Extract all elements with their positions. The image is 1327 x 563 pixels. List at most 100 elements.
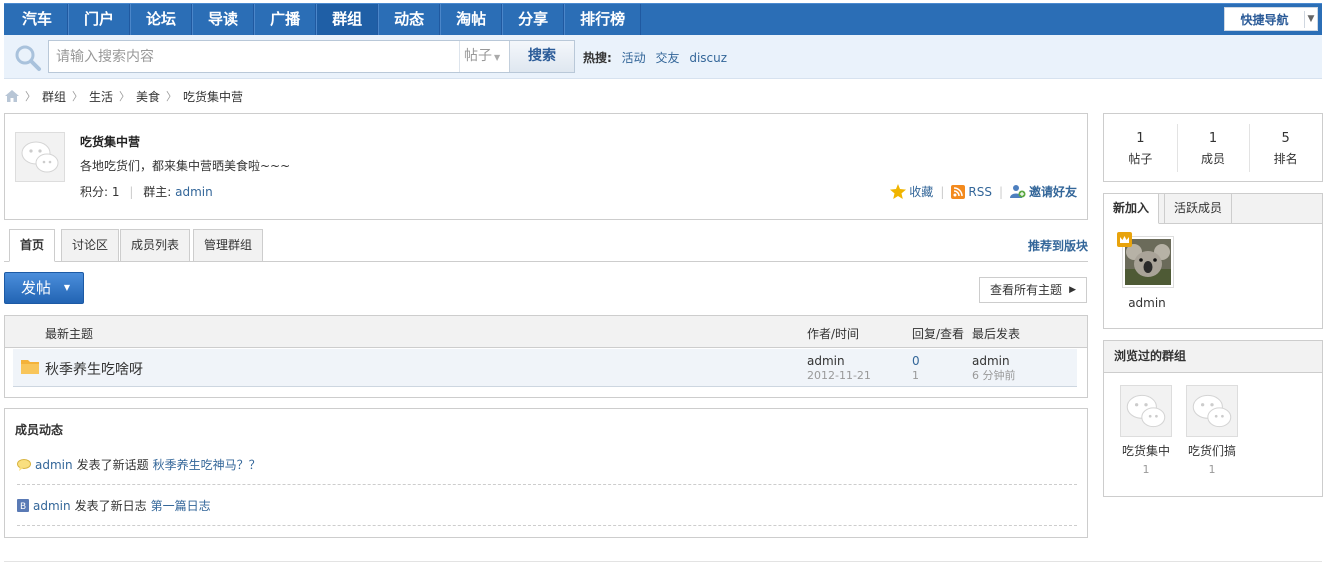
score-value: 1 [111,185,120,199]
stat-posts: 1 帖子 [1104,114,1177,181]
divider: | [129,185,134,199]
list-item: admin 发表了新话题 秋季养生吃神马？？ [17,445,1077,485]
group-avatar [1120,385,1172,437]
breadcrumb-food[interactable]: 美食 [136,88,160,105]
members-panel: 新加入 活跃成员 admin [1103,193,1323,329]
nav-item-portal[interactable]: 门户 [68,4,131,35]
divider: | [998,184,1003,199]
stat-posts-value: 1 [1136,131,1145,146]
thread-views: 1 [912,369,919,382]
group-stats: 1 帖子 1 成员 5 排名 [1103,113,1323,182]
group-meta: 积分: 1 | 群主: admin [80,183,213,200]
breadcrumb-separator: 〉 [119,90,131,103]
favorite-label: 收藏 [909,185,934,199]
breadcrumb-separator: 〉 [72,90,84,103]
group-avatar [1186,385,1238,437]
rss-icon [951,184,966,199]
breadcrumb-life[interactable]: 生活 [89,88,113,105]
owner-link[interactable]: admin [175,185,213,199]
crown-icon [1117,232,1132,247]
quick-nav-button[interactable]: 快捷导航 ▼ [1224,7,1318,31]
chat-bubbles-icon [21,141,59,173]
visited-group-item[interactable]: 吃货集中 1 [1118,385,1174,476]
nav-item-groups[interactable]: 群组 [316,4,379,35]
tab-member-list[interactable]: 成员列表 [120,229,191,262]
rss-button[interactable]: RSS [951,184,992,199]
activity-user-link[interactable]: admin [35,458,73,472]
header-topic: 最新主题 [45,327,94,341]
thread-author-link[interactable]: admin [807,354,845,368]
nav-item-share[interactable]: 分享 [502,4,565,35]
arrow-right-icon: ▶ [1069,285,1076,295]
nav-item-feed[interactable]: 动态 [378,4,441,35]
visited-group-count: 1 [1208,463,1216,476]
list-item: B admin 发表了新日志 第一篇日志 [17,486,1077,526]
search-type-select[interactable]: 帖子 ▼ [459,41,509,72]
member-name: admin [1128,296,1166,310]
breadcrumb-groups[interactable]: 群组 [42,88,66,105]
activity-user-link[interactable]: admin [33,499,71,513]
member-activity: 成员动态 admin 发表了新话题 秋季养生吃神马？？ B admin 发表了新… [4,408,1088,538]
tab-home[interactable]: 首页 [9,229,56,262]
tab-new-members[interactable]: 新加入 [1104,193,1160,224]
visited-group-item[interactable]: 吃货们搞 1 [1184,385,1240,476]
breadcrumb-current[interactable]: 吃货集中营 [183,88,243,105]
member-item[interactable]: admin [1117,232,1174,310]
invite-label: 邀请好友 [1028,185,1077,199]
hot-search: 热搜: 活动 交友 discuz [583,49,733,66]
thread-replies-link[interactable]: 0 [912,354,920,368]
search-input[interactable] [49,41,459,72]
activity-topic-link[interactable]: 秋季养生吃神马？？ [153,456,261,473]
new-post-button[interactable]: 发帖 ▼ [4,272,84,304]
favorite-button[interactable]: 收藏 [890,183,933,200]
tab-active-members[interactable]: 活跃成员 [1164,193,1233,224]
search-type-label: 帖子 [464,48,492,64]
breadcrumb-separator: 〉 [25,90,36,103]
nav-item-ranking[interactable]: 排行榜 [564,4,642,35]
table-row: 秋季养生吃啥呀 admin 2012-11-21 0 1 admin 6 分钟前 [13,349,1077,387]
thread-table-header: 最新主题 作者/时间 回复/查看 最后发表 [5,316,1087,348]
stat-members-label: 成员 [1201,152,1226,166]
group-tabs: 首页 讨论区 成员列表 管理群组 推荐到版块 [4,229,1088,262]
svg-text:B: B [20,502,26,512]
new-post-label: 发帖 [21,279,52,297]
rss-label: RSS [968,184,992,199]
tab-discussion[interactable]: 讨论区 [61,229,120,262]
view-all-topics-button[interactable]: 查看所有主题 ▶ [979,277,1087,303]
divider: | [940,184,945,199]
stat-posts-label: 帖子 [1128,152,1153,166]
header-reply: 回复/查看 [912,327,965,341]
search-button[interactable]: 搜索 [509,41,574,72]
nav-item-broadcast[interactable]: 广播 [254,4,317,35]
top-nav: 汽车 门户 论坛 导读 广播 群组 动态 淘帖 分享 排行榜 快捷导航 ▼ [4,3,1322,35]
visited-group-name: 吃货集中 [1121,444,1170,458]
hot-term-link[interactable]: 交友 [655,51,679,65]
hot-term-link[interactable]: discuz [689,51,727,65]
nav-item-collections[interactable]: 淘帖 [440,4,503,35]
hot-term-link[interactable]: 活动 [622,51,646,65]
tab-manage-group[interactable]: 管理群组 [193,229,264,262]
invite-friends-button[interactable]: 邀请好友 [1009,183,1077,200]
stat-rank: 5 排名 [1249,114,1322,181]
thread-reply-cell: 0 1 [912,354,920,383]
speech-bubble-icon [17,458,31,471]
recommend-to-board-link[interactable]: 推荐到版块 [1028,237,1088,254]
breadcrumb: 〉 群组 〉 生活 〉 美食 〉 吃货集中营 [5,88,243,104]
group-avatar[interactable] [15,132,65,182]
group-name: 吃货集中营 [80,135,141,149]
nav-item-forum[interactable]: 论坛 [130,4,193,35]
caret-down-icon: ▼ [63,283,70,292]
visited-groups-panel: 浏览过的群组 吃货集中 1 吃货们搞 1 [1103,340,1323,497]
activity-action: 发表了新话题 [76,458,149,472]
home-icon[interactable] [5,90,19,102]
nav-item-car[interactable]: 汽车 [7,4,69,35]
score-label: 积分: [80,185,109,199]
members-tabs: 新加入 活跃成员 [1104,193,1322,224]
activity-blog-link[interactable]: 第一篇日志 [151,497,211,514]
activity-action: 发表了新日志 [74,499,147,513]
group-header: 吃货集中营 各地吃货们，都来集中营晒美食啦~~~ 积分: 1 | 群主: adm… [4,113,1088,220]
folder-icon [21,360,39,374]
nav-item-guide[interactable]: 导读 [192,4,255,35]
thread-last-user-link[interactable]: admin [972,354,1010,368]
thread-title-link[interactable]: 秋季养生吃啥呀 [45,359,143,379]
